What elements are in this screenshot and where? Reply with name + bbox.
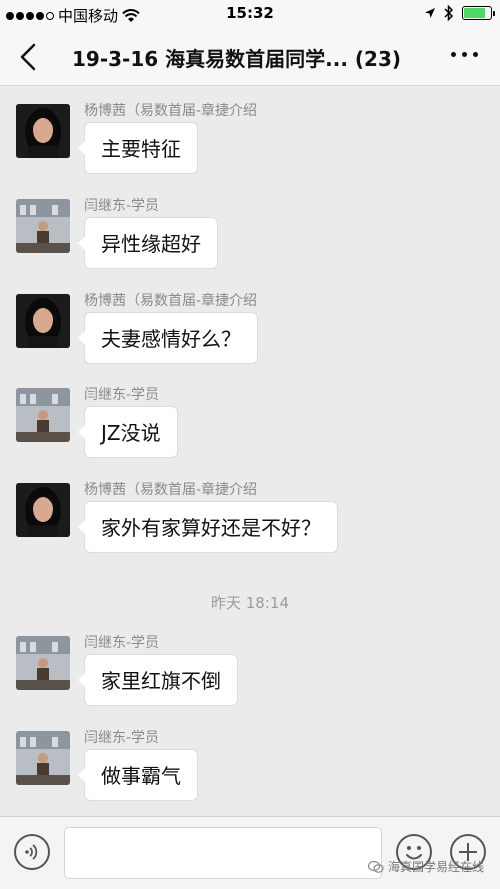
message-input[interactable] <box>64 827 382 879</box>
chat-header: 19-3-16 海真易数首届同学... (23) <box>0 28 500 86</box>
status-right <box>424 5 495 21</box>
watermark-text: 海真国学易经在线 <box>387 860 484 874</box>
time-divider: 昨天 18:14 <box>211 594 289 612</box>
message-bubble[interactable]: 家里红旗不倒 <box>78 654 238 706</box>
avatar[interactable] <box>16 104 70 158</box>
sender-name: 闫继东-学员 <box>84 730 160 746</box>
more-options-icon[interactable] <box>451 52 478 57</box>
message-bubble[interactable]: JZ没说 <box>78 406 178 458</box>
message-bubble[interactable]: 夫妻感情好么？ <box>78 312 258 364</box>
battery-icon <box>462 6 495 20</box>
avatar[interactable] <box>16 636 70 690</box>
avatar[interactable] <box>16 388 70 442</box>
sender-name: 闫继东-学员 <box>84 635 160 651</box>
avatar[interactable] <box>16 199 70 253</box>
message-bubble[interactable]: 家外有家算好还是不好？ <box>78 501 338 553</box>
wechat-icon <box>367 860 384 873</box>
avatar[interactable] <box>16 731 70 785</box>
chat-title: 19-3-16 海真易数首届同学... (23) <box>72 47 402 71</box>
avatar[interactable] <box>16 294 70 348</box>
avatar[interactable] <box>16 483 70 537</box>
sender-name: 闫继东-学员 <box>84 198 160 214</box>
location-arrow-icon <box>425 8 435 18</box>
voice-icon[interactable] <box>14 834 50 870</box>
sender-name: 杨博茜（易数首届-章捷介绍 <box>84 293 258 309</box>
input-bar <box>0 816 500 889</box>
back-chevron-icon[interactable] <box>14 42 42 72</box>
sender-name: 杨博茜（易数首届-章捷介绍 <box>84 482 258 498</box>
sender-name: 闫继东-学员 <box>84 387 160 403</box>
sender-name: 杨博茜（易数首届-章捷介绍 <box>84 103 258 119</box>
watermark: 海真国学易经在线 <box>367 858 484 875</box>
message-bubble[interactable]: 做事霸气 <box>78 749 198 801</box>
bluetooth-icon <box>444 5 454 21</box>
status-bar: 中国移动 15:32 <box>0 0 500 28</box>
message-bubble[interactable]: 异性缘超好 <box>78 217 218 269</box>
message-bubble[interactable]: 主要特征 <box>78 122 198 174</box>
